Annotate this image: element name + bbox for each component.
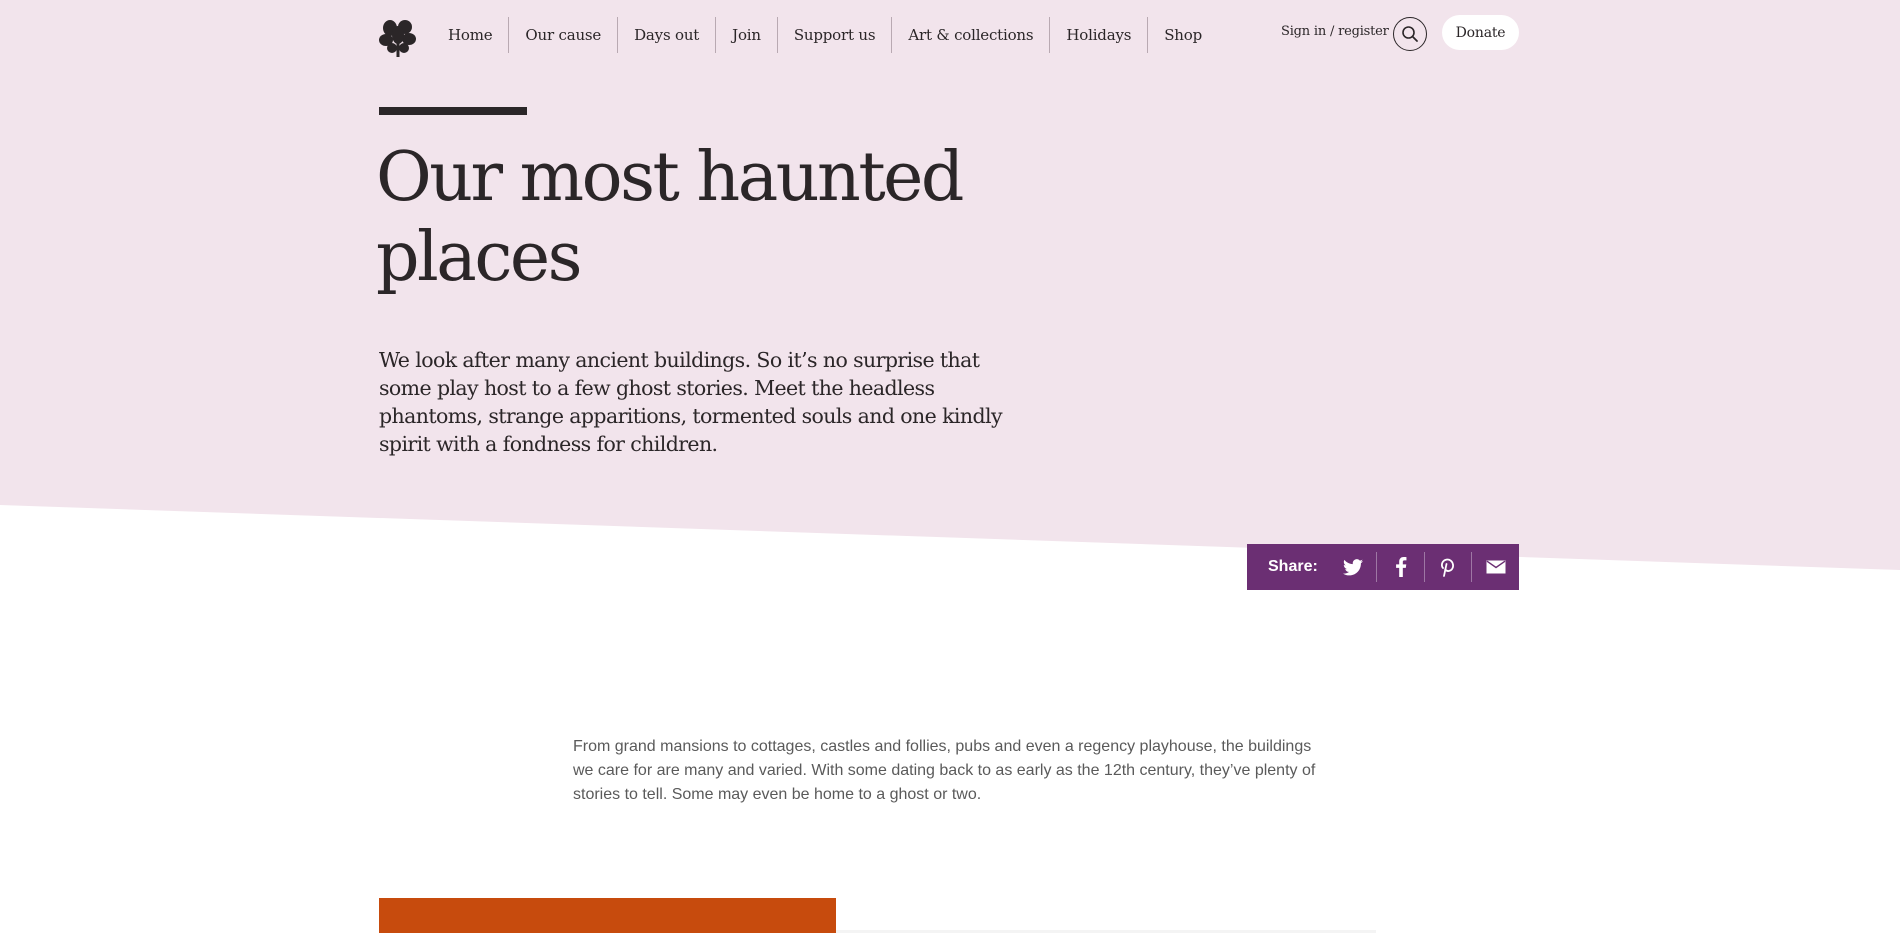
search-icon xyxy=(1402,26,1418,42)
search-button[interactable] xyxy=(1393,17,1427,51)
content-paragraph: From grand mansions to cottages, castles… xyxy=(573,738,1316,803)
nav-item-holidays[interactable]: Holidays xyxy=(1049,17,1147,53)
oak-leaf-logo-icon[interactable] xyxy=(378,18,418,58)
site-header: Home Our cause Days out Join Support us … xyxy=(0,0,1900,70)
share-label: Share: xyxy=(1268,558,1318,575)
pinterest-icon[interactable] xyxy=(1423,552,1472,582)
donate-button[interactable]: Donate xyxy=(1442,15,1519,50)
hero-intro: We look after many ancient buildings. So… xyxy=(379,348,1003,456)
nav-item-shop[interactable]: Shop xyxy=(1147,17,1218,53)
sign-in-register-link[interactable]: Sign in / register xyxy=(1281,24,1389,39)
email-icon[interactable] xyxy=(1471,552,1519,582)
share-bar: Share: xyxy=(1247,544,1519,590)
page-title: Our most haunted places xyxy=(376,138,964,297)
nav-item-join[interactable]: Join xyxy=(715,17,777,53)
main-nav: Home Our cause Days out Join Support us … xyxy=(432,17,1218,53)
nav-item-days-out[interactable]: Days out xyxy=(617,17,715,53)
title-accent-rule xyxy=(379,107,527,115)
nav-item-art-collections[interactable]: Art & collections xyxy=(891,17,1049,53)
twitter-icon[interactable] xyxy=(1330,552,1377,582)
feature-card-image[interactable] xyxy=(379,898,836,933)
nav-item-support-us[interactable]: Support us xyxy=(776,17,892,53)
facebook-icon[interactable] xyxy=(1376,552,1424,582)
nav-item-home[interactable]: Home xyxy=(432,17,508,53)
nav-item-our-cause[interactable]: Our cause xyxy=(508,17,617,53)
